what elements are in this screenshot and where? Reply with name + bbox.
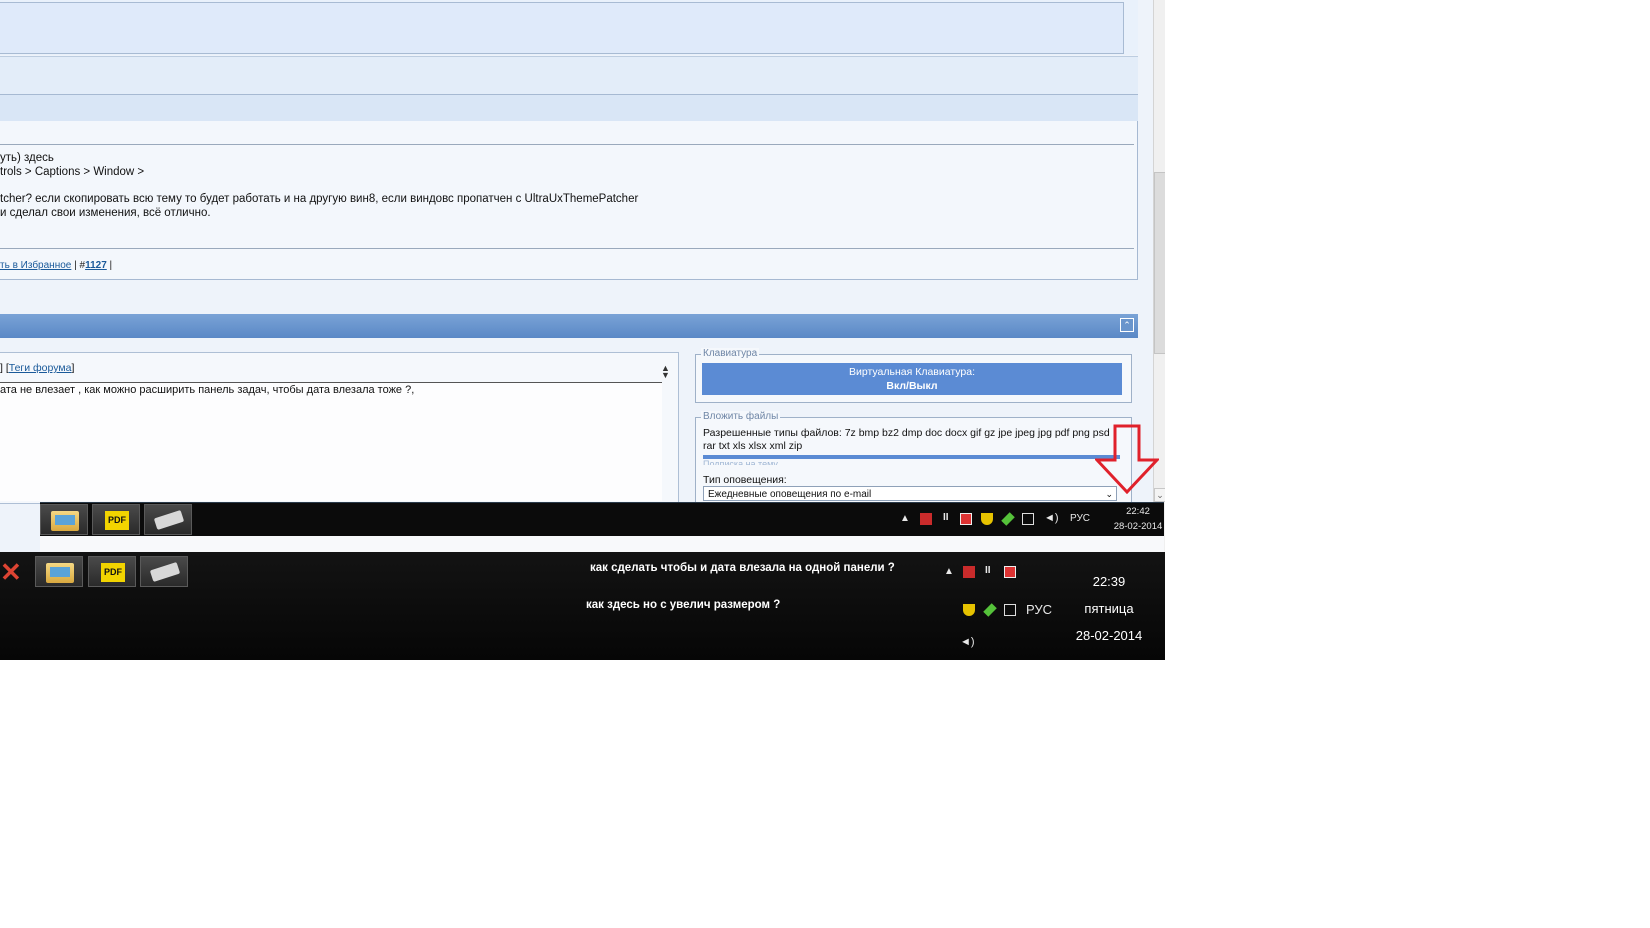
virtual-keyboard-label: Виртуальная Клавиатура:	[848, 366, 975, 378]
folder-icon	[46, 563, 74, 583]
pause-icon-large[interactable]: II	[985, 565, 991, 576]
taskbar-explorer-button-large[interactable]	[35, 556, 83, 587]
language-indicator-large[interactable]: РУС	[1026, 602, 1052, 617]
taskbar-small: PDF ▲ II ◄) РУС 22:42 28-02-2014	[40, 502, 1164, 536]
post-header-band	[0, 94, 1138, 122]
question-caption-2: как здесь но с увелич размером ?	[586, 599, 781, 611]
resize-icon[interactable]: ▲ ▼	[661, 364, 670, 380]
post-text-line-3: tcher? если скопировать всю тему то буде…	[0, 193, 639, 205]
antivirus-icon-large[interactable]	[963, 566, 975, 578]
clock-day-large[interactable]: пятница	[1070, 601, 1148, 616]
quick-reply-header	[0, 314, 1138, 338]
volume-icon[interactable]: ◄)	[1044, 512, 1059, 524]
clock-time[interactable]: 22:42	[1108, 506, 1165, 517]
attach-legend: Вложить файлы	[701, 411, 781, 422]
collapse-icon[interactable]: ⌃	[1120, 318, 1134, 332]
reply-text: ата не влезает , как можно расширить пан…	[0, 384, 415, 396]
virtual-keyboard-toggle: Вкл/Выкл	[886, 380, 938, 392]
monitor-icon-large[interactable]	[1004, 604, 1016, 616]
tray-expand-icon-large[interactable]: ▲	[944, 566, 954, 577]
forum-screenshot: уть) здесь trols > Captions > Window > t…	[0, 0, 1165, 660]
red-arrow-icon	[1095, 424, 1159, 494]
post-links-separator-end: |	[106, 260, 113, 271]
volume-icon-large[interactable]: ◄)	[960, 636, 975, 648]
post-text-line-1: уть) здесь	[0, 152, 54, 164]
shield-icon[interactable]	[981, 513, 993, 525]
subscription-legend: Подписка на тему	[703, 459, 778, 465]
forum-tags: ] [Теги форума]	[0, 362, 74, 374]
page-below-taskbar	[40, 536, 1164, 553]
notify-type-select[interactable]: Ежедневные оповещения по e-mail ⌄	[703, 486, 1117, 501]
question-caption-1: как сделать чтобы и дата влезала на одно…	[590, 562, 895, 574]
page-scrollbar-thumb[interactable]	[1154, 172, 1165, 354]
top-panel	[0, 0, 1138, 55]
antivirus-app-icon[interactable]: ✕	[0, 558, 24, 586]
taskbar-large: ✕ PDF как сделать чтобы и дата влезала н…	[0, 552, 1165, 660]
taskbar-explorer-button[interactable]	[40, 504, 88, 535]
network-error-icon-large[interactable]	[1004, 566, 1016, 578]
taskbar-app-button[interactable]	[144, 504, 192, 535]
folder-icon	[51, 511, 79, 531]
toolbar-band	[0, 56, 1138, 95]
post-text-line-2: trols > Captions > Window >	[0, 166, 145, 178]
add-to-favorites-link[interactable]: ть в Избранное	[0, 260, 71, 271]
pdf-icon: PDF	[105, 511, 129, 530]
tags-suffix: ]	[71, 362, 75, 374]
top-inner-box	[0, 2, 1124, 54]
taskbar-pdf-button[interactable]: PDF	[92, 504, 140, 535]
allowed-file-types: Разрешенные типы файлов: 7z bmp bz2 dmp …	[703, 427, 1110, 452]
post-divider-bottom	[0, 248, 1134, 249]
post-text-line-4: и сделал свои изменения, всё отлично.	[0, 207, 211, 219]
post-number-link[interactable]: 1127	[85, 260, 107, 271]
scanner-icon	[149, 561, 181, 583]
antivirus-icon[interactable]	[920, 513, 932, 525]
language-indicator[interactable]: РУС	[1070, 513, 1090, 524]
reply-textarea[interactable]	[0, 382, 662, 501]
clock-time-large[interactable]: 22:39	[1075, 574, 1143, 589]
keyboard-legend: Клавиатура	[701, 348, 760, 359]
taskbar-app-button-large[interactable]	[140, 556, 188, 587]
virtual-keyboard-button[interactable]: Виртуальная Клавиатура: Вкл/Выкл	[702, 363, 1122, 395]
tray-expand-icon[interactable]: ▲	[900, 513, 910, 524]
check-icon-large[interactable]	[983, 603, 997, 617]
post-links-separator: | #	[71, 260, 86, 271]
taskbar-pdf-button-large[interactable]: PDF	[88, 556, 136, 587]
forum-post: уть) здесь trols > Captions > Window > t…	[0, 121, 1138, 280]
post-links: ть в Избранное | #1127 |	[0, 260, 112, 271]
notify-type-value: Ежедневные оповещения по e-mail	[708, 489, 872, 500]
check-icon[interactable]	[1001, 512, 1015, 526]
clock-date[interactable]: 28-02-2014	[1104, 521, 1165, 532]
shield-icon-large[interactable]	[963, 604, 975, 616]
network-error-icon[interactable]	[960, 513, 972, 525]
clock-date-large[interactable]: 28-02-2014	[1064, 628, 1154, 643]
monitor-icon[interactable]	[1022, 513, 1034, 525]
tags-prefix: ] [	[0, 362, 9, 374]
notify-type-label: Тип оповещения:	[703, 474, 787, 486]
pause-icon[interactable]: II	[943, 512, 949, 523]
post-divider-top	[0, 144, 1134, 145]
forum-tags-link[interactable]: Теги форума	[9, 362, 72, 374]
scanner-icon	[153, 509, 185, 531]
pdf-icon: PDF	[101, 563, 125, 582]
